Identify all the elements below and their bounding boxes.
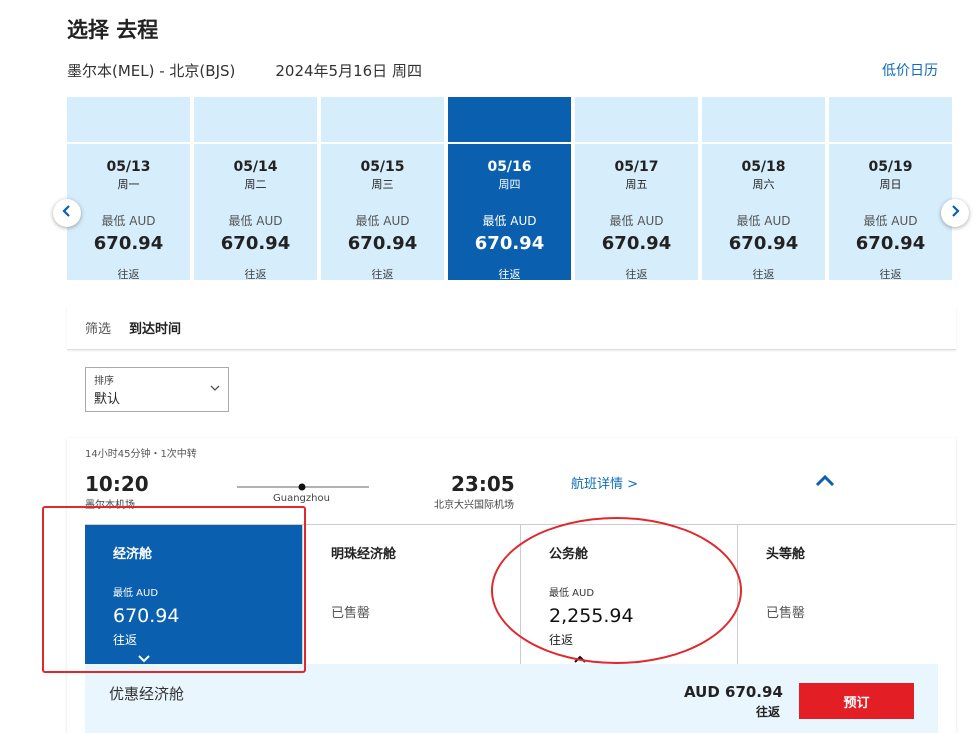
lowest-label: 最低 AUD	[736, 214, 791, 228]
cabin-economy[interactable]: 经济舱 最低 AUD 670.94 往返	[85, 525, 303, 665]
round-trip-label: 往返	[244, 268, 267, 281]
round-trip-label: 往返	[879, 268, 902, 281]
date-label: 05/16	[487, 159, 532, 175]
route-line-icon	[237, 483, 369, 491]
lowest-label: 最低 AUD	[101, 214, 156, 228]
low-price-calendar-link[interactable]: 低价日历	[882, 60, 938, 80]
date-price: 670.94	[728, 233, 799, 254]
depart-time: 10:20	[85, 472, 149, 496]
depart-airport: 墨尔本机场	[85, 500, 135, 511]
cabin-name: 明珠经济舱	[331, 547, 397, 562]
round-trip-label: 往返	[498, 268, 521, 281]
chevron-down-icon	[137, 649, 151, 663]
round-trip-label: 往返	[752, 268, 775, 281]
cabin-round-trip: 往返	[113, 633, 138, 647]
chevron-up-icon[interactable]	[813, 471, 837, 491]
weekday-label: 周三	[371, 178, 394, 191]
date-cell-0513[interactable]: 05/13 周一 最低 AUD 670.94 往返	[67, 97, 190, 281]
cabin-price: 670.94	[113, 605, 180, 627]
cabin-name: 头等舱	[766, 547, 806, 562]
date-price: 670.94	[220, 233, 291, 254]
round-trip-label: 往返	[117, 268, 140, 281]
route-line: 墨尔本(MEL) - 北京(BJS) 2024年5月16日 周四	[67, 60, 422, 81]
arrive-time: 23:05	[451, 472, 515, 496]
book-button[interactable]: 预订	[799, 683, 914, 719]
chevron-left-icon	[62, 205, 72, 221]
fare-option-row: 优惠经济舱 AUD 670.94 往返 预订	[85, 664, 938, 733]
date-label: 05/13	[106, 159, 151, 175]
date-strip: 05/13 周一 最低 AUD 670.94 往返 05/14 周二 最低 AU…	[67, 97, 957, 281]
cabin-first[interactable]: 头等舱 已售罄	[738, 525, 956, 665]
weekday-label: 周二	[244, 178, 267, 191]
date-cell-0519[interactable]: 05/19 周日 最低 AUD 670.94 往返	[829, 97, 952, 281]
date-cell-0518[interactable]: 05/18 周六 最低 AUD 670.94 往返	[702, 97, 825, 281]
filter-button[interactable]: 筛选	[85, 318, 111, 337]
fare-round-trip: 往返	[756, 705, 781, 719]
weekday-label: 周日	[879, 178, 902, 191]
date-label: 05/18	[741, 159, 786, 175]
cabin-name: 公务舱	[549, 547, 589, 562]
sold-out-label: 已售罄	[766, 606, 806, 621]
date-price: 670.94	[93, 233, 164, 254]
fare-name: 优惠经济舱	[109, 685, 185, 703]
date-cell-0515[interactable]: 05/15 周三 最低 AUD 670.94 往返	[321, 97, 444, 281]
date-price: 670.94	[347, 233, 418, 254]
chevron-right-icon	[950, 205, 960, 221]
lowest-label: 最低 AUD	[609, 214, 664, 228]
sort-select[interactable]: 排序 默认	[85, 367, 229, 412]
weekday-label: 周五	[625, 178, 648, 191]
weekday-label: 周六	[752, 178, 775, 191]
date-price: 670.94	[855, 233, 926, 254]
lowest-label: 最低 AUD	[863, 214, 918, 228]
cabin-lowest-label: 最低 AUD	[549, 588, 595, 599]
flight-card: 14小时45分钟・1次中转 10:20 墨尔本机场 Guangzhou 23:0…	[67, 438, 956, 733]
date-label: 05/17	[614, 159, 659, 175]
flight-duration: 14小时45分钟・1次中转	[85, 449, 197, 460]
date-price: 670.94	[601, 233, 672, 254]
cabin-lowest-label: 最低 AUD	[113, 588, 159, 599]
date-price: 670.94	[474, 233, 545, 254]
chevron-down-icon	[210, 382, 220, 395]
lowest-label: 最低 AUD	[228, 214, 283, 228]
sold-out-label: 已售罄	[331, 606, 371, 621]
date-cell-0514[interactable]: 05/14 周二 最低 AUD 670.94 往返	[194, 97, 317, 281]
cabin-premium-economy[interactable]: 明珠经济舱 已售罄	[303, 525, 521, 665]
date-label: 05/15	[360, 159, 405, 175]
cabin-price: 2,255.94	[549, 605, 634, 627]
cabin-business[interactable]: 公务舱 最低 AUD 2,255.94 往返	[521, 525, 738, 665]
cabin-name: 经济舱	[113, 547, 153, 562]
sort-value: 默认	[94, 392, 121, 407]
date-cell-0516-selected[interactable]: 05/16 周四 最低 AUD 670.94 往返	[448, 97, 571, 281]
route-text: 墨尔本(MEL) - 北京(BJS)	[67, 62, 236, 80]
lowest-label: 最低 AUD	[482, 214, 537, 228]
date-label: 05/19	[868, 159, 913, 175]
filter-bar: 筛选 到达时间	[67, 306, 956, 350]
arrive-airport: 北京大兴国际机场	[434, 500, 514, 511]
sort-label: 排序	[94, 376, 114, 387]
round-trip-label: 往返	[625, 268, 648, 281]
date-label: 05/14	[233, 159, 278, 175]
weekday-label: 周四	[498, 178, 521, 191]
next-dates-button[interactable]	[941, 199, 969, 227]
travel-date: 2024年5月16日 周四	[275, 62, 422, 80]
cabin-options: 经济舱 最低 AUD 670.94 往返 明珠经济舱 已售罄 公务舱 最低 AU…	[85, 524, 956, 665]
round-trip-label: 往返	[371, 268, 394, 281]
fare-price: AUD 670.94	[684, 683, 783, 701]
prev-dates-button[interactable]	[53, 199, 81, 227]
via-city: Guangzhou	[273, 493, 330, 504]
lowest-label: 最低 AUD	[355, 214, 410, 228]
cabin-round-trip: 往返	[549, 633, 574, 647]
date-cell-0517[interactable]: 05/17 周五 最低 AUD 670.94 往返	[575, 97, 698, 281]
flight-details-link[interactable]: 航班详情 >	[571, 473, 638, 492]
weekday-label: 周一	[117, 178, 140, 191]
chevron-up-icon	[573, 649, 587, 663]
filter-arrival-time[interactable]: 到达时间	[129, 318, 181, 337]
page-title: 选择 去程	[67, 18, 159, 42]
